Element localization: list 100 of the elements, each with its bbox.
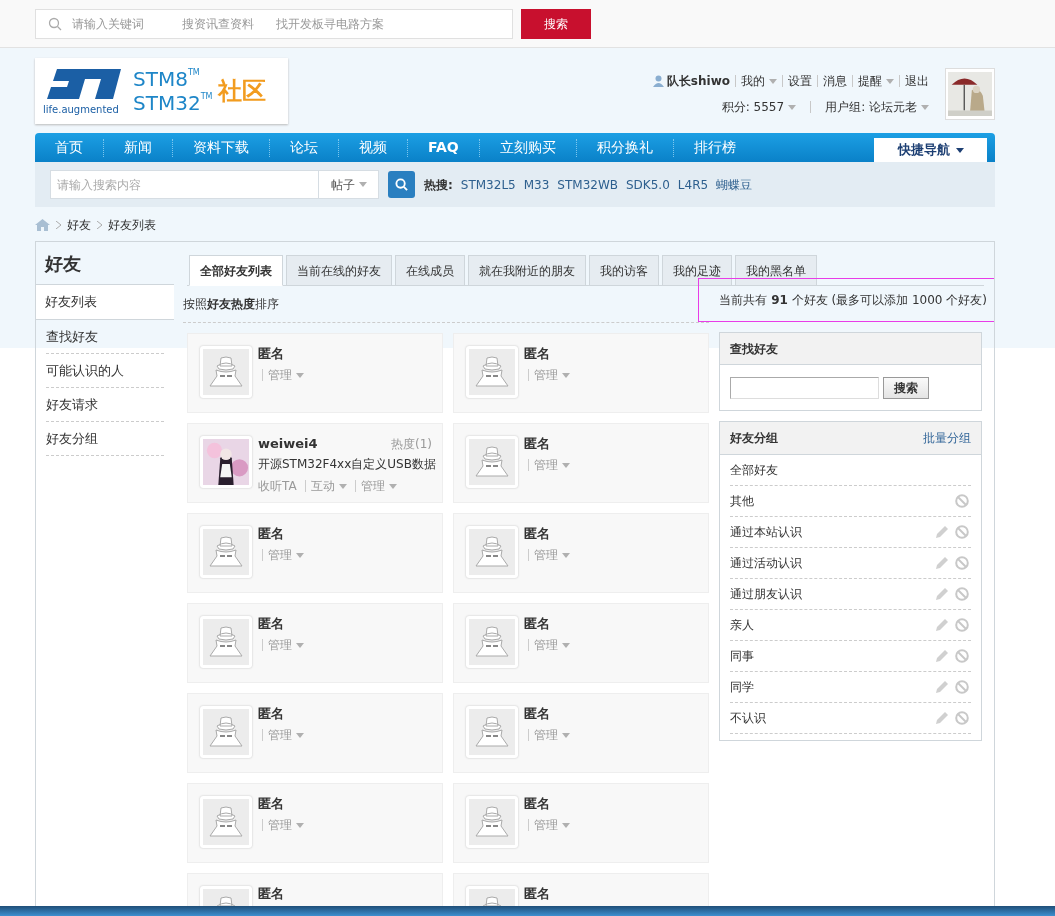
friend-name[interactable]: 匿名 [524,344,550,364]
hot-search-link[interactable]: 蝴蝶豆 [716,175,753,194]
points-link[interactable]: 积分: 5557 [721,98,797,116]
friend-name[interactable]: 匿名 [524,884,550,904]
edit-icon[interactable] [935,618,949,632]
avatar-frame[interactable] [200,436,252,488]
friend-name[interactable]: 匿名 [258,794,284,814]
user-menu-link[interactable]: 设置 [788,72,812,90]
tab[interactable]: 我的足迹 [662,255,732,286]
edit-icon[interactable] [935,711,949,725]
quick-nav-button[interactable]: 快捷导航 [874,138,987,162]
delete-icon[interactable] [955,587,969,601]
nav-link[interactable]: 视频 [339,137,407,158]
sidebar-item[interactable]: 好友分组 [46,422,164,456]
edit-icon[interactable] [935,587,949,601]
hot-search-link[interactable]: L4R5 [677,175,709,194]
caret-icon [296,822,304,828]
search-button[interactable]: 搜索 [521,8,591,39]
friend-name[interactable]: 匿名 [258,704,284,724]
nav-link[interactable]: 论坛 [270,137,338,158]
nav-link[interactable]: 首页 [35,137,103,158]
sidebar-item[interactable]: 查找好友 [46,320,164,354]
friend-name[interactable]: weiwei4 [258,434,318,454]
batch-group-link[interactable]: 批量分组 [923,429,971,447]
friend-name[interactable]: 匿名 [524,704,550,724]
friend-search-input[interactable] [730,376,879,399]
user-menu-link[interactable]: 退出 [905,72,929,90]
group-item[interactable]: 通过本站认识 [730,523,802,541]
friend-name[interactable]: 匿名 [524,794,550,814]
group-item[interactable]: 同事 [730,647,754,665]
caret-icon [296,642,304,648]
friend-name[interactable]: 匿名 [258,884,284,904]
delete-icon[interactable] [955,618,969,632]
caret-icon [562,732,570,738]
tab[interactable]: 我的访客 [589,255,659,286]
delete-icon[interactable] [955,711,969,725]
keyword-input[interactable]: 请输入关键词 [72,14,160,33]
nav-link[interactable]: FAQ [408,137,479,158]
friend-name[interactable]: 匿名 [524,614,550,634]
hot-search-link[interactable]: M33 [523,175,550,194]
tab[interactable]: 在线成员 [395,255,465,286]
sidebar-item[interactable]: 好友列表 [36,285,174,319]
group-item[interactable]: 全部好友 [730,461,778,479]
tab[interactable]: 当前在线的好友 [286,255,392,286]
delete-icon[interactable] [955,556,969,570]
breadcrumb-link[interactable]: 好友 [67,215,91,234]
hot-search-link[interactable]: STM32WB [557,175,618,194]
box-title: 好友分组 [730,430,778,447]
friend-count-text: 当前共有 91 个好友 (最多可以添加 1000 个好友) [698,278,994,322]
site-search-field[interactable]: 请输入搜索内容 帖子 [50,170,379,199]
tab[interactable]: 我的黑名单 [735,255,817,286]
edit-icon[interactable] [935,525,949,539]
friend-name[interactable]: 匿名 [258,614,284,634]
incognito-icon [474,446,510,478]
logo-text: STM32 [133,93,201,113]
username-link[interactable]: 队长shiwo [666,72,730,90]
caret-icon [769,78,777,84]
sidebar-item[interactable]: 好友请求 [46,388,164,422]
friend-name[interactable]: 匿名 [258,524,284,544]
group-item[interactable]: 通过朋友认识 [730,585,802,603]
user-avatar[interactable] [945,68,995,120]
hot-search-link[interactable]: STM32L5 [460,175,516,194]
friend-name[interactable]: 匿名 [524,524,550,544]
nav-link[interactable]: 立刻购买 [479,137,576,158]
friend-name[interactable]: 匿名 [524,434,550,454]
sidebar-item[interactable]: 可能认识的人 [46,354,164,388]
delete-icon[interactable] [955,680,969,694]
scope-select[interactable]: 帖子 [318,171,378,198]
caret-icon [788,104,797,110]
delete-icon[interactable] [955,525,969,539]
tab[interactable]: 就在我附近的朋友 [468,255,586,286]
delete-icon[interactable] [955,494,969,508]
group-item[interactable]: 通过活动认识 [730,554,802,572]
edit-icon[interactable] [935,556,949,570]
logo-text: STM8 [133,69,188,89]
caret-icon [296,732,304,738]
hot-search-link[interactable]: SDK5.0 [626,175,670,194]
group-item[interactable]: 不认识 [730,709,766,727]
user-menu-link[interactable]: 我的 [741,72,777,90]
user-menu-link[interactable]: 消息 [823,72,847,90]
nav-link[interactable]: 新闻 [104,137,172,158]
group-item[interactable]: 同学 [730,678,754,696]
caret-icon [562,372,570,378]
heat-text: 热度(1) [391,436,432,453]
group-item[interactable]: 亲人 [730,616,754,634]
sort-label: 按照好友热度排序 [183,296,279,313]
search-button[interactable] [388,171,415,198]
user-menu-link[interactable]: 提醒 [858,72,894,90]
breadcrumb-link[interactable]: 好友列表 [108,215,156,234]
friend-name[interactable]: 匿名 [258,344,284,364]
tab[interactable]: 全部好友列表 [189,255,283,286]
delete-icon[interactable] [955,649,969,663]
edit-icon[interactable] [935,680,949,694]
search-button[interactable]: 搜索 [883,376,929,399]
group-item[interactable]: 其他 [730,492,754,510]
site-search-input[interactable]: 请输入搜索内容 [51,171,318,198]
search-icon [48,16,62,31]
user-group-link[interactable]: 用户组: 论坛元老 [825,98,929,116]
edit-icon[interactable] [935,649,949,663]
home-icon[interactable] [35,218,50,231]
